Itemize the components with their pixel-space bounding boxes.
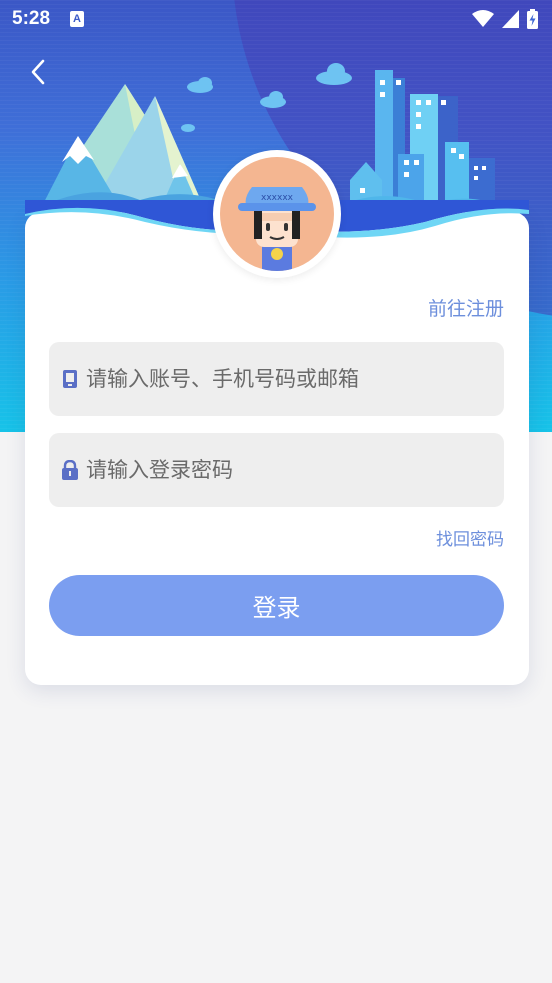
status-bar: 5:28 A	[0, 0, 552, 38]
wifi-icon	[472, 10, 494, 27]
password-input[interactable]	[86, 458, 486, 482]
signal-icon	[502, 10, 519, 28]
phone-icon	[61, 369, 79, 389]
password-field[interactable]	[49, 433, 504, 507]
avatar-character-icon: xxxxxx	[238, 187, 316, 271]
login-screen: 5:28 A xxxxxx 前往注册 请输入账号、手机号码或邮箱 找回密码 登录	[0, 0, 552, 983]
notification-icon: A	[70, 11, 85, 27]
chevron-left-icon	[31, 59, 45, 85]
cloud-icon	[181, 63, 352, 132]
login-button[interactable]: 登录	[49, 575, 504, 636]
status-time: 5:28	[12, 8, 51, 29]
back-button[interactable]	[22, 56, 54, 88]
status-icons	[472, 9, 538, 29]
register-link[interactable]: 前往注册	[428, 294, 504, 321]
battery-icon	[527, 9, 538, 29]
forgot-password-link[interactable]: 找回密码	[436, 525, 504, 550]
avatar: xxxxxx	[213, 150, 341, 278]
avatar-image: xxxxxx	[220, 157, 334, 271]
lock-icon	[61, 460, 79, 480]
avatar-hat-text: xxxxxx	[261, 193, 294, 203]
account-input[interactable]	[86, 367, 486, 391]
account-field[interactable]	[49, 342, 504, 416]
